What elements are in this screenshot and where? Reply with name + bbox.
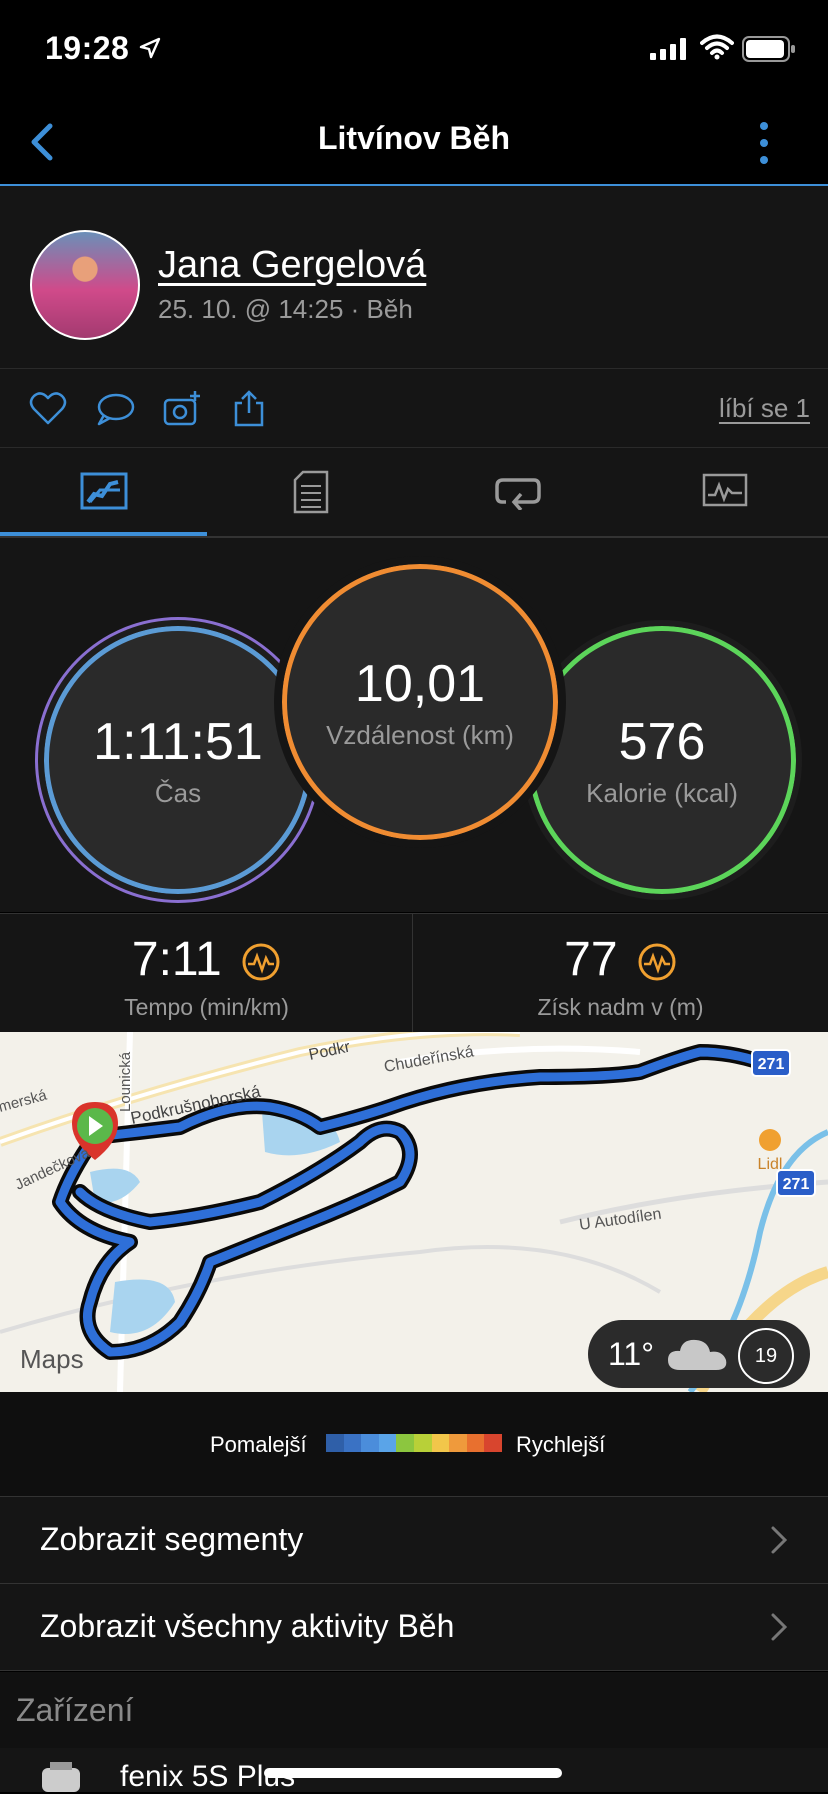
pace-label: Tempo (min/km) (124, 994, 289, 1020)
page-title: Litvínov Běh (317, 120, 510, 156)
wind-speed: 19 (754, 1344, 778, 1367)
status-time: 19:28 (45, 30, 130, 66)
performance-icon (242, 943, 280, 981)
section-title: Zařízení (16, 1692, 134, 1728)
chart-icon (702, 473, 747, 507)
more-options-icon[interactable] (752, 118, 776, 168)
weather-badge[interactable]: 11° 19 (588, 1320, 810, 1388)
distance-circle[interactable]: 10,01 Vzdálenost (km) (274, 556, 566, 848)
row-label: Zobrazit segmenty (40, 1521, 304, 1557)
stats-row: 7:11 Tempo (min/km) 77 Získ nadm v (m) (0, 913, 828, 1032)
pace-value: 7:11 (0, 932, 413, 987)
performance-icon (638, 943, 676, 981)
road-shield: 271 (751, 1049, 791, 1077)
wifi-icon (700, 34, 734, 60)
stats-divider (412, 914, 413, 1032)
legend-swatch (326, 1434, 344, 1452)
cloud-icon (668, 1339, 727, 1370)
devices-section-header: Zařízení (0, 1672, 828, 1748)
loop-icon (494, 478, 541, 510)
apple-maps-logo: Maps (20, 1344, 84, 1374)
charts-tab[interactable] (621, 448, 828, 536)
legend-swatch (449, 1434, 467, 1452)
legend-swatch (413, 1434, 432, 1452)
svg-text:Maps: Maps (20, 1344, 84, 1374)
row-label: Zobrazit všechny aktivity Běh (40, 1608, 455, 1644)
time-label: Čas (154, 777, 202, 808)
tab-underline (0, 532, 207, 536)
svg-text:271: 271 (758, 1056, 785, 1073)
details-tab[interactable] (207, 448, 414, 536)
temperature: 11° (608, 1336, 655, 1372)
street-label: merská (0, 1087, 49, 1116)
wind-compass: 19 (738, 1328, 794, 1384)
watch-icon (42, 1762, 80, 1792)
road-shield: 271 (776, 1169, 816, 1197)
add-photo-icon[interactable] (162, 389, 202, 429)
activity-meta: 25. 10. @ 14:25 · Běh (158, 294, 413, 324)
laps-tab[interactable] (414, 448, 621, 536)
legend-swatch (431, 1434, 450, 1452)
pace-stat[interactable]: 7:11 Tempo (min/km) (0, 914, 413, 1032)
activity-header: Jana Gergelová 25. 10. @ 14:25 · Běh (0, 186, 828, 369)
share-icon[interactable] (229, 389, 269, 429)
calories-label: Kalorie (kcal) (586, 777, 738, 808)
activity-tabs (0, 448, 828, 538)
status-bar: 19:28 (0, 0, 828, 100)
metric-circles: 1:11:51 Čas 576 Kalorie (kcal) 10,01 Vzd… (0, 538, 828, 912)
legend-swatch (484, 1434, 502, 1452)
legend-swatch (466, 1434, 485, 1452)
svg-text:271: 271 (783, 1176, 810, 1193)
street-label: Chudeřínská (383, 1043, 475, 1076)
distance-label: Vzdálenost (km) (326, 719, 514, 750)
chevron-right-icon (771, 1613, 788, 1641)
legend-swatch (396, 1434, 414, 1452)
chevron-right-icon (771, 1526, 788, 1554)
legend-slow-label: Pomalejší (210, 1432, 307, 1457)
elevation-label: Získ nadm v (m) (537, 994, 704, 1020)
location-arrow-icon (139, 37, 161, 59)
shopping-cart-icon[interactable] (759, 1129, 781, 1151)
time-value: 1:11:51 (93, 712, 263, 771)
legend-swatch (343, 1434, 362, 1452)
distance-value: 10,01 (354, 654, 486, 713)
user-name-link[interactable]: Jana Gergelová (158, 244, 426, 287)
battery-icon (742, 36, 795, 62)
view-all-activities-row[interactable]: Zobrazit všechny aktivity Běh (0, 1584, 828, 1671)
view-segments-row[interactable]: Zobrazit segmenty (0, 1497, 828, 1584)
calories-value: 576 (618, 712, 706, 771)
poi-label: Lidl (758, 1156, 783, 1173)
home-indicator[interactable] (264, 1768, 562, 1778)
legend-swatch (378, 1434, 397, 1452)
legend-swatch (361, 1434, 379, 1452)
legend-color-bar (326, 1434, 502, 1452)
action-bar: líbí se 1 (0, 369, 828, 448)
pace-legend: Pomalejší Rychlejší (0, 1392, 828, 1497)
stats-tab[interactable] (0, 448, 207, 536)
avatar[interactable] (30, 230, 140, 340)
heart-icon[interactable] (28, 389, 68, 429)
signal-icon (650, 38, 686, 60)
calories-circle[interactable]: 576 Kalorie (kcal) (522, 620, 802, 900)
document-icon (293, 470, 328, 514)
legend-fast-label: Rychlejší (516, 1432, 606, 1457)
street-label: Podkr (307, 1038, 352, 1063)
street-label: Lounická (117, 1051, 134, 1112)
time-circle[interactable]: 1:11:51 Čas (38, 620, 318, 900)
comment-icon[interactable] (95, 389, 135, 429)
stats-icon (80, 472, 127, 510)
elevation-value: 77 (414, 932, 827, 987)
elevation-stat[interactable]: 77 Získ nadm v (m) (414, 914, 827, 1032)
nav-bar: Litvínov Běh (0, 100, 828, 186)
likes-link[interactable]: líbí se 1 (719, 393, 810, 424)
